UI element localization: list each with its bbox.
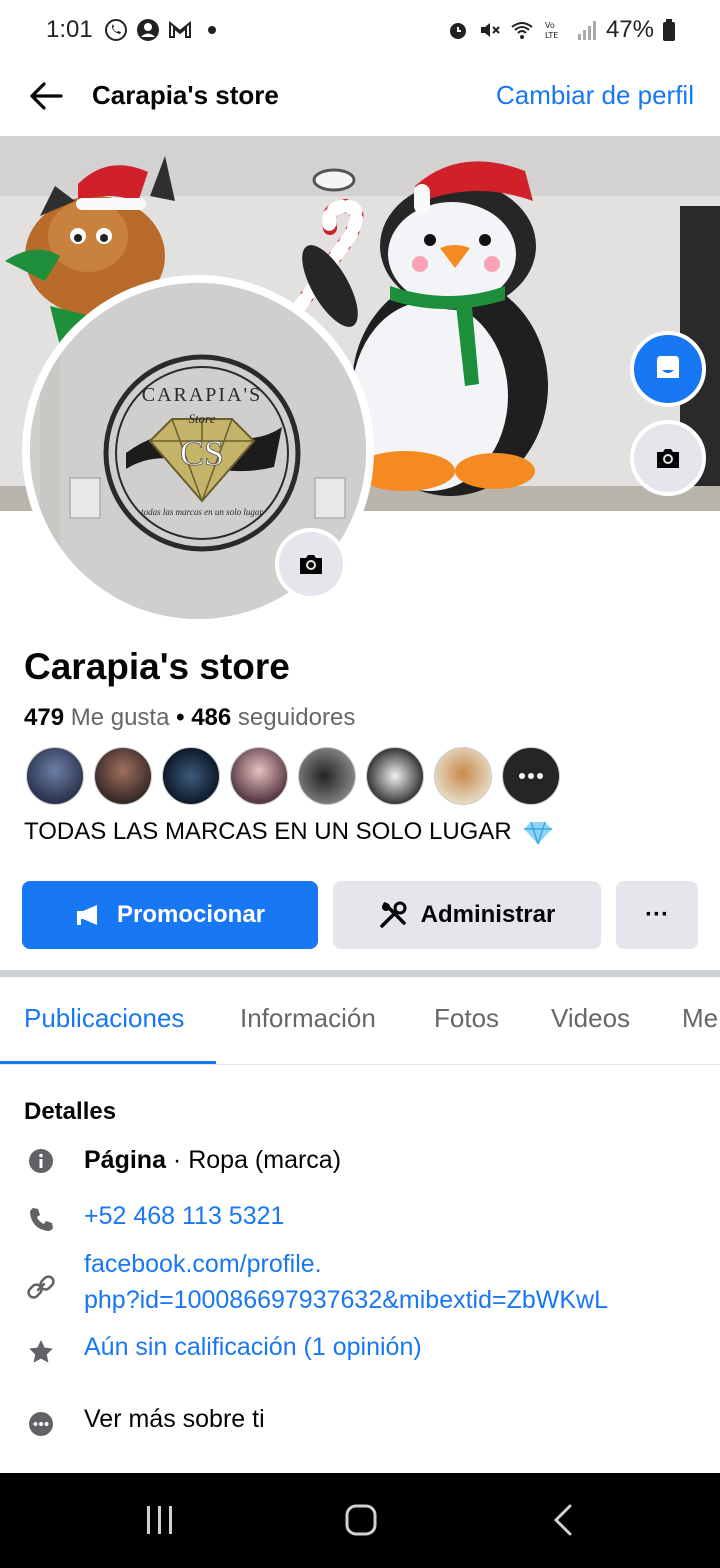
mute-icon: [480, 23, 500, 37]
followers-label: seguidores: [237, 704, 356, 731]
switch-profile-link[interactable]: Cambiar de perfil: [496, 80, 694, 111]
tab-videos[interactable]: Videos: [551, 1003, 630, 1034]
manage-label: Administrar: [420, 901, 556, 928]
detail-page-category: · Ropa (marca): [165, 1146, 342, 1174]
arrow-left-icon: [30, 82, 63, 110]
system-navigation-bar: [0, 1473, 720, 1568]
megaphone-icon: [76, 905, 97, 925]
profile-bio: TODAS LAS MARCAS EN UN SOLO LUGAR: [24, 818, 554, 846]
profile-name: Carapia's store: [24, 646, 290, 687]
tab-about[interactable]: Información: [240, 1003, 376, 1034]
battery-level: 47%: [605, 16, 654, 43]
tools-icon: [379, 901, 407, 928]
promote-label: Promocionar: [116, 901, 266, 928]
follower-avatar[interactable]: [366, 747, 424, 805]
more-dots-icon: [519, 773, 543, 779]
avatar-face-icon: [657, 356, 679, 378]
link-icon: [24, 1270, 58, 1304]
account-circle-icon: [137, 19, 159, 41]
follower-avatar[interactable]: [298, 747, 356, 805]
logo-top-text: CARAPIA'S: [142, 384, 263, 406]
detail-phone-number[interactable]: +52 468 113 5321: [84, 1202, 284, 1231]
more-options-button[interactable]: ···: [616, 881, 698, 949]
battery-icon: [663, 19, 675, 41]
status-system-icons: Vo LTE 47%: [446, 16, 676, 44]
active-tab-indicator: [0, 1061, 216, 1064]
edit-profile-picture-button[interactable]: [275, 528, 347, 600]
likes-label: Me gusta: [70, 704, 170, 731]
gmail-icon: [169, 20, 191, 38]
top-app-bar: Carapia's store Cambiar de perfil: [0, 62, 720, 136]
tab-more[interactable]: Me: [682, 1003, 718, 1034]
logo-sub-text: Store: [189, 411, 216, 426]
tab-posts[interactable]: Publicaciones: [24, 1003, 184, 1034]
star-icon: [24, 1335, 58, 1369]
more-followers-button[interactable]: [502, 747, 560, 805]
stats-separator: •: [176, 704, 185, 731]
follower-avatar[interactable]: [162, 747, 220, 805]
gem-icon: [524, 821, 553, 844]
avatar-button[interactable]: [630, 331, 706, 407]
dot-icon: [208, 26, 216, 34]
detail-see-more-text[interactable]: Ver más sobre ti: [84, 1405, 265, 1434]
likes-count: 479: [24, 704, 65, 731]
whatsapp-icon: [105, 19, 127, 41]
promote-button[interactable]: Promocionar: [22, 881, 318, 949]
phone-icon: [24, 1202, 58, 1236]
follower-avatar[interactable]: [94, 747, 152, 805]
svg-text:LTE: LTE: [545, 31, 558, 40]
status-notification-icons: [104, 18, 224, 42]
back-button[interactable]: [26, 78, 66, 114]
detail-rating-text[interactable]: Aún sin calificación (1 opinión): [84, 1333, 422, 1362]
bio-text: TODAS LAS MARCAS EN UN SOLO LUGAR: [24, 818, 512, 845]
manage-button[interactable]: Administrar: [333, 881, 601, 949]
follower-avatar[interactable]: [434, 747, 492, 805]
profile-stats[interactable]: 479 Me gusta • 486 seguidores: [24, 704, 355, 732]
signal-icon: [577, 21, 596, 40]
detail-url-line1[interactable]: facebook.com/profile.: [84, 1250, 322, 1279]
logo-bottom-text: todas las marcas en un solo lugar: [141, 507, 263, 517]
alarm-icon: [449, 23, 466, 39]
recent-apps-icon[interactable]: [144, 1503, 176, 1537]
logo-monogram: CS: [180, 433, 224, 473]
tab-photos[interactable]: Fotos: [434, 1003, 499, 1034]
details-heading: Detalles: [24, 1098, 117, 1125]
more-options-label: ···: [645, 901, 669, 928]
edit-cover-photo-button[interactable]: [630, 420, 706, 496]
followers-count: 486: [191, 704, 232, 731]
svg-text:Vo: Vo: [545, 21, 555, 30]
wifi-icon: [511, 22, 533, 39]
follower-avatar[interactable]: [230, 747, 288, 805]
section-divider: [0, 970, 720, 977]
info-icon: [24, 1144, 58, 1178]
follower-avatar[interactable]: [26, 747, 84, 805]
action-buttons: Promocionar Administrar ···: [22, 881, 698, 949]
camera-icon: [657, 449, 679, 468]
profile-tabs: Publicaciones Información Fotos Videos M…: [0, 977, 720, 1065]
detail-url-line2[interactable]: php?id=100086697937632&mibextid=ZbWKwL: [84, 1286, 608, 1315]
status-time: 1:01: [46, 16, 93, 43]
home-icon[interactable]: [344, 1503, 378, 1537]
camera-icon: [300, 555, 322, 574]
volte-icon: VoLTE: [545, 21, 558, 40]
page-title: Carapia's store: [92, 80, 279, 110]
status-bar: 1:01 Vo LTE 47%: [0, 0, 720, 62]
detail-page-label: Página: [84, 1146, 166, 1174]
follower-avatars[interactable]: [26, 747, 560, 805]
more-circle-icon: [24, 1407, 58, 1441]
back-nav-icon[interactable]: [550, 1503, 576, 1537]
